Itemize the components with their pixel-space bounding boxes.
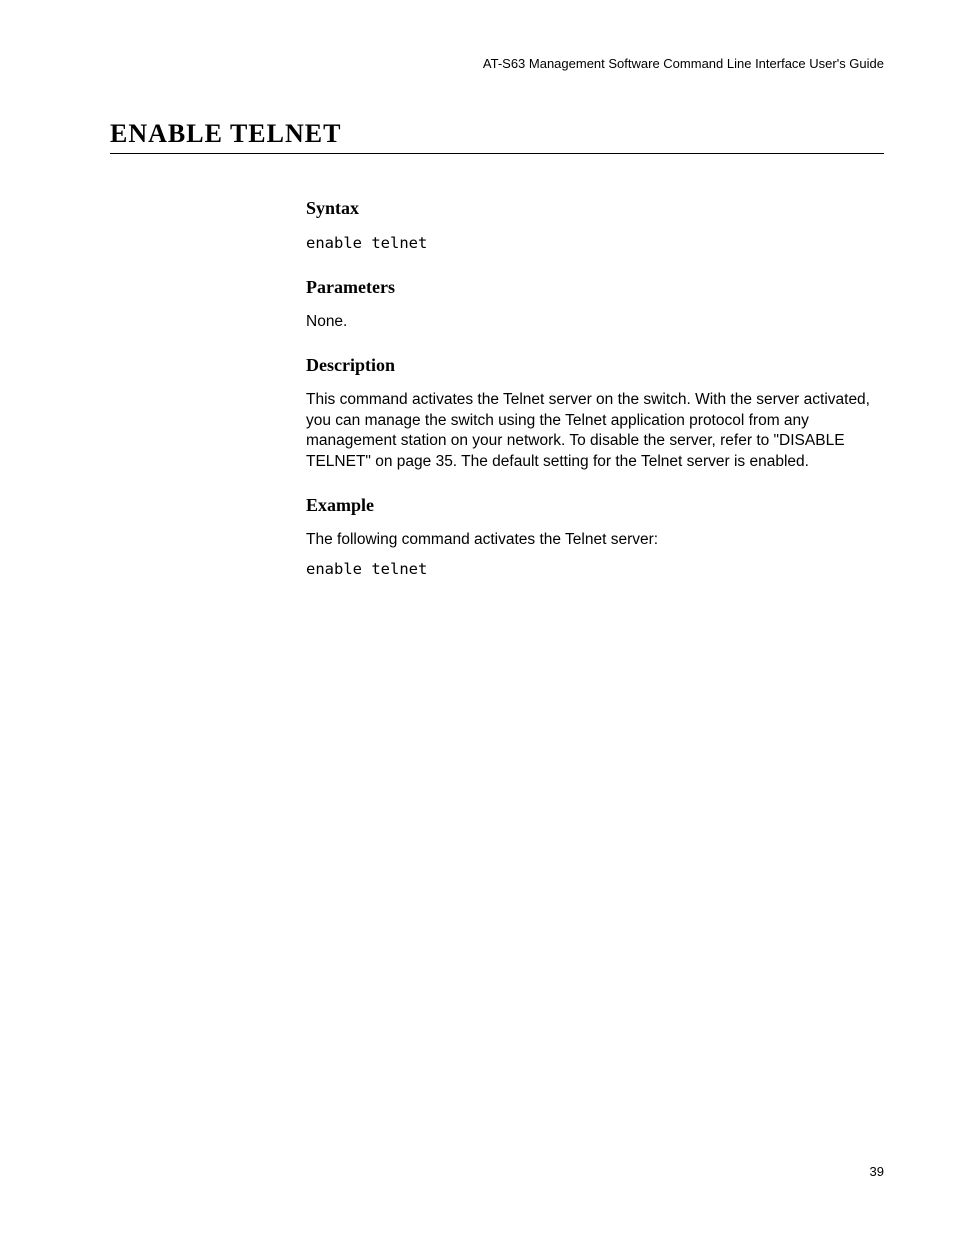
syntax-code: enable telnet bbox=[306, 233, 884, 255]
content-body: Syntax enable telnet Parameters None. De… bbox=[306, 198, 884, 581]
example-code: enable telnet bbox=[306, 559, 884, 581]
page-title: ENABLE TELNET bbox=[110, 119, 884, 154]
header-guide-title: AT-S63 Management Software Command Line … bbox=[110, 56, 884, 71]
document-page: AT-S63 Management Software Command Line … bbox=[0, 0, 954, 1235]
example-heading: Example bbox=[306, 495, 884, 516]
description-text: This command activates the Telnet server… bbox=[306, 390, 884, 474]
page-number: 39 bbox=[870, 1164, 884, 1179]
parameters-text: None. bbox=[306, 312, 884, 333]
example-text: The following command activates the Teln… bbox=[306, 530, 884, 551]
description-heading: Description bbox=[306, 355, 884, 376]
syntax-heading: Syntax bbox=[306, 198, 884, 219]
parameters-heading: Parameters bbox=[306, 277, 884, 298]
